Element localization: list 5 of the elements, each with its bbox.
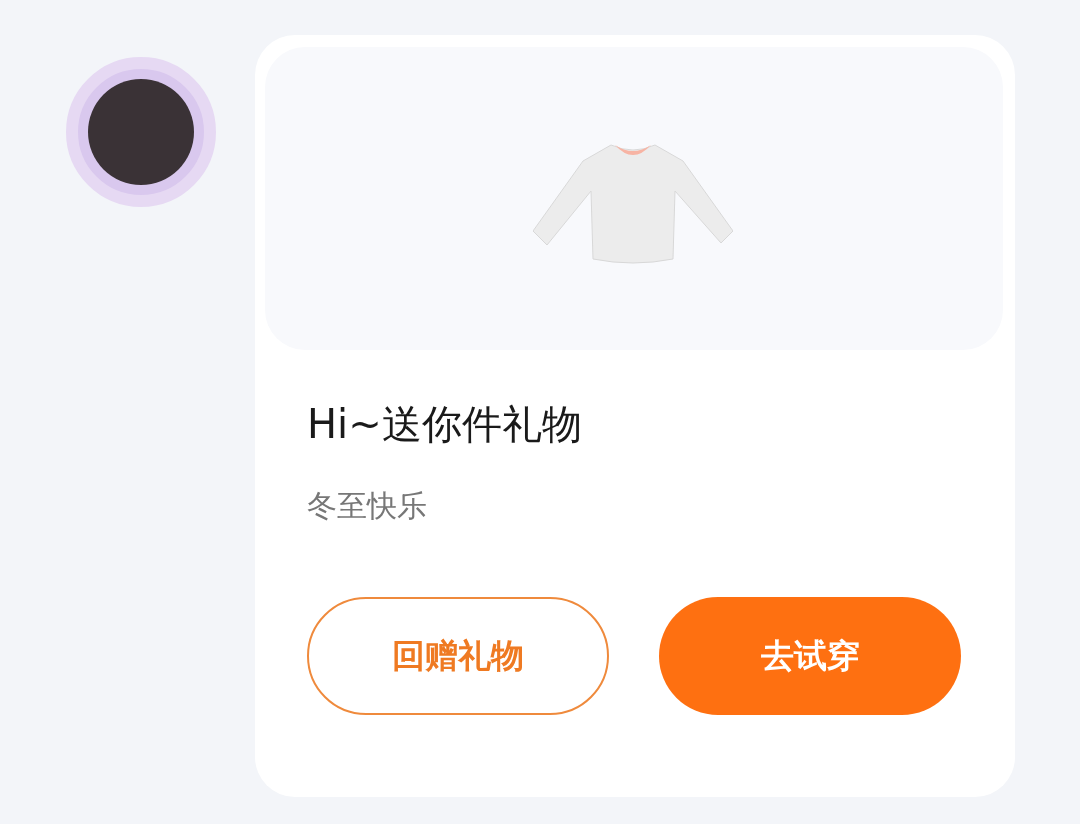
return-gift-button[interactable]: 回赠礼物 (307, 597, 609, 715)
gift-message: 冬至快乐 (307, 487, 428, 525)
gift-title: Hi~送你件礼物 (307, 400, 583, 448)
try-on-button[interactable]: 去试穿 (659, 597, 961, 715)
avatar-photo-placeholder[interactable] (88, 79, 194, 185)
